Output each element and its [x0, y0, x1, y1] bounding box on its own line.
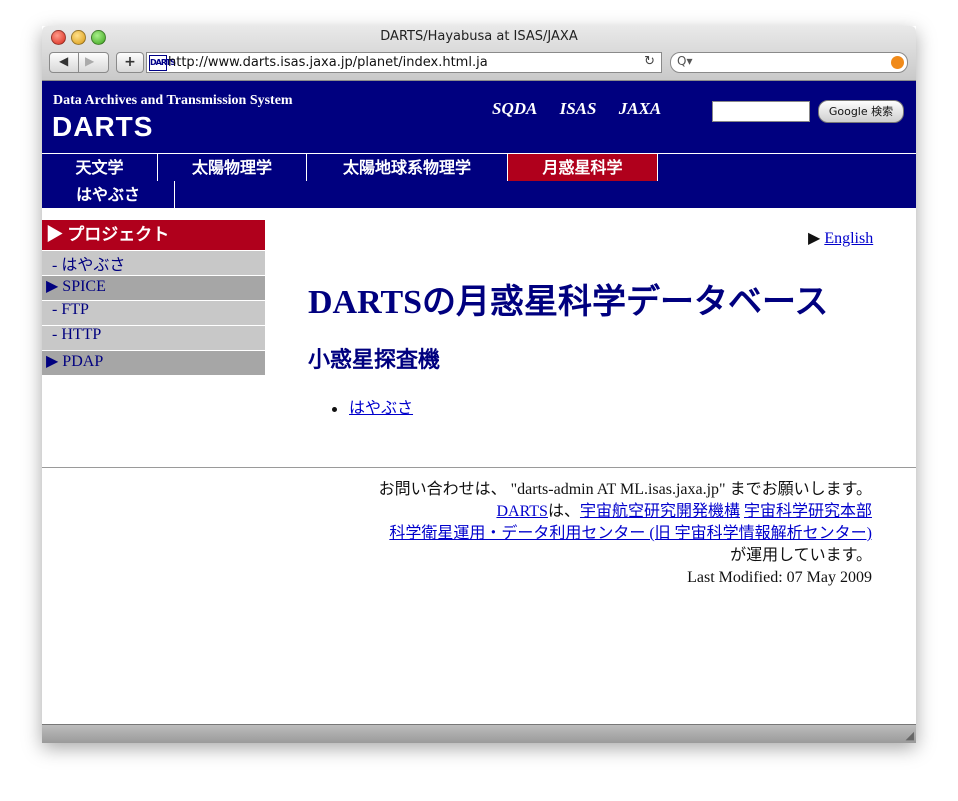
add-bookmark-button[interactable]: +: [116, 52, 144, 73]
operator-particle: は、: [547, 503, 580, 520]
footer-divider: [42, 467, 916, 468]
site-subtitle: Data Archives and Transmission System: [53, 93, 293, 108]
jaxa-logo[interactable]: JAXA: [619, 99, 662, 118]
back-icon[interactable]: ◀: [59, 54, 68, 68]
hayabusa-link[interactable]: はやぶさ: [349, 400, 413, 417]
nav-solar-terrestrial-physics[interactable]: 太陽地球系物理学: [307, 154, 508, 181]
list-item: はやぶさ: [332, 394, 413, 418]
nav-solar-physics[interactable]: 太陽物理学: [158, 154, 307, 181]
sidebar-item-http[interactable]: - HTTP: [42, 326, 265, 351]
sidebar-menu: ▶ プロジェクト - はやぶさ ▶ SPICE - FTP - HTTP ▶ P…: [42, 220, 265, 376]
partner-logos: SQDA ISAS JAXA: [492, 99, 679, 119]
address-bar[interactable]: DARTS http://www.darts.isas.jaxa.jp/plan…: [146, 52, 662, 73]
operated-text: が運用しています。: [730, 547, 872, 564]
status-bar: ◢: [42, 724, 916, 743]
nav-astronomy[interactable]: 天文学: [42, 154, 158, 181]
reload-icon[interactable]: ↻: [644, 54, 655, 69]
sidebar-item-project[interactable]: ▶ プロジェクト: [42, 220, 265, 251]
history-divider: [78, 53, 79, 72]
center-line: 科学衛星運用・データ利用センター (旧 宇宙科学情報解析センター): [252, 523, 872, 545]
english-link[interactable]: English: [824, 230, 873, 247]
forward-icon[interactable]: ▶: [85, 54, 94, 68]
sidebar-item-pdap[interactable]: ▶ PDAP: [42, 351, 265, 376]
darts-link[interactable]: DARTS: [496, 503, 548, 520]
sidebar-item-spice[interactable]: ▶ SPICE: [42, 276, 265, 301]
sub-navigation: はやぶさ: [42, 181, 916, 208]
operator-line: DARTSは、宇宙航空研究開発機構 宇宙科学研究本部: [252, 501, 872, 523]
isas-logo[interactable]: ISAS: [560, 99, 597, 118]
data-center-link[interactable]: 科学衛星運用・データ利用センター (旧 宇宙科学情報解析センター): [389, 525, 872, 542]
sidebar-item-ftp[interactable]: - FTP: [42, 301, 265, 326]
footer: お問い合わせは、 "darts-admin AT ML.isas.jaxa.jp…: [252, 479, 872, 589]
history-buttons: ◀ ▶: [49, 52, 109, 73]
bullet-icon: [332, 406, 337, 412]
site-header: Data Archives and Transmission System DA…: [42, 81, 916, 153]
browser-search-field[interactable]: Q▾: [670, 52, 908, 73]
resize-grip-icon[interactable]: ◢: [906, 729, 914, 742]
contact-text: お問い合わせは、 "darts-admin AT ML.isas.jaxa.jp…: [378, 481, 872, 498]
snapback-icon[interactable]: [891, 56, 904, 69]
google-search-input[interactable]: [712, 101, 810, 122]
top-navigation: 天文学 太陽物理学 太陽地球系物理学 月惑星科学: [42, 153, 916, 181]
browser-window: DARTS/Hayabusa at ISAS/JAXA ◀ ▶ + DARTS …: [42, 26, 916, 743]
sqda-logo[interactable]: SQDA: [492, 99, 537, 118]
site-favicon-icon: DARTS: [149, 55, 176, 71]
browser-chrome: DARTS/Hayabusa at ISAS/JAXA ◀ ▶ + DARTS …: [42, 26, 916, 81]
isas-link[interactable]: 宇宙科学研究本部: [744, 503, 872, 520]
search-icon[interactable]: Q▾: [677, 54, 692, 68]
site-logo[interactable]: DARTS: [52, 111, 153, 143]
sidebar-item-hayabusa[interactable]: - はやぶさ: [42, 251, 265, 276]
mission-list: はやぶさ: [332, 394, 413, 418]
page-title: DARTSの月惑星科学データベース: [308, 284, 829, 321]
nav-lunar-planetary-science[interactable]: 月惑星科学: [508, 154, 658, 181]
jaxa-link[interactable]: 宇宙航空研究開発機構: [580, 503, 740, 520]
language-switch: ▶ English: [808, 228, 873, 248]
last-modified: Last Modified: 07 May 2009: [687, 569, 872, 586]
url-text[interactable]: http://www.darts.isas.jaxa.jp/planet/ind…: [168, 55, 488, 70]
language-arrow-icon: ▶: [808, 230, 825, 247]
subnav-hayabusa[interactable]: はやぶさ: [42, 181, 175, 208]
google-search-button[interactable]: Google 検索: [818, 100, 904, 123]
window-title: DARTS/Hayabusa at ISAS/JAXA: [380, 29, 578, 44]
section-heading: 小惑星探査機: [308, 347, 441, 372]
